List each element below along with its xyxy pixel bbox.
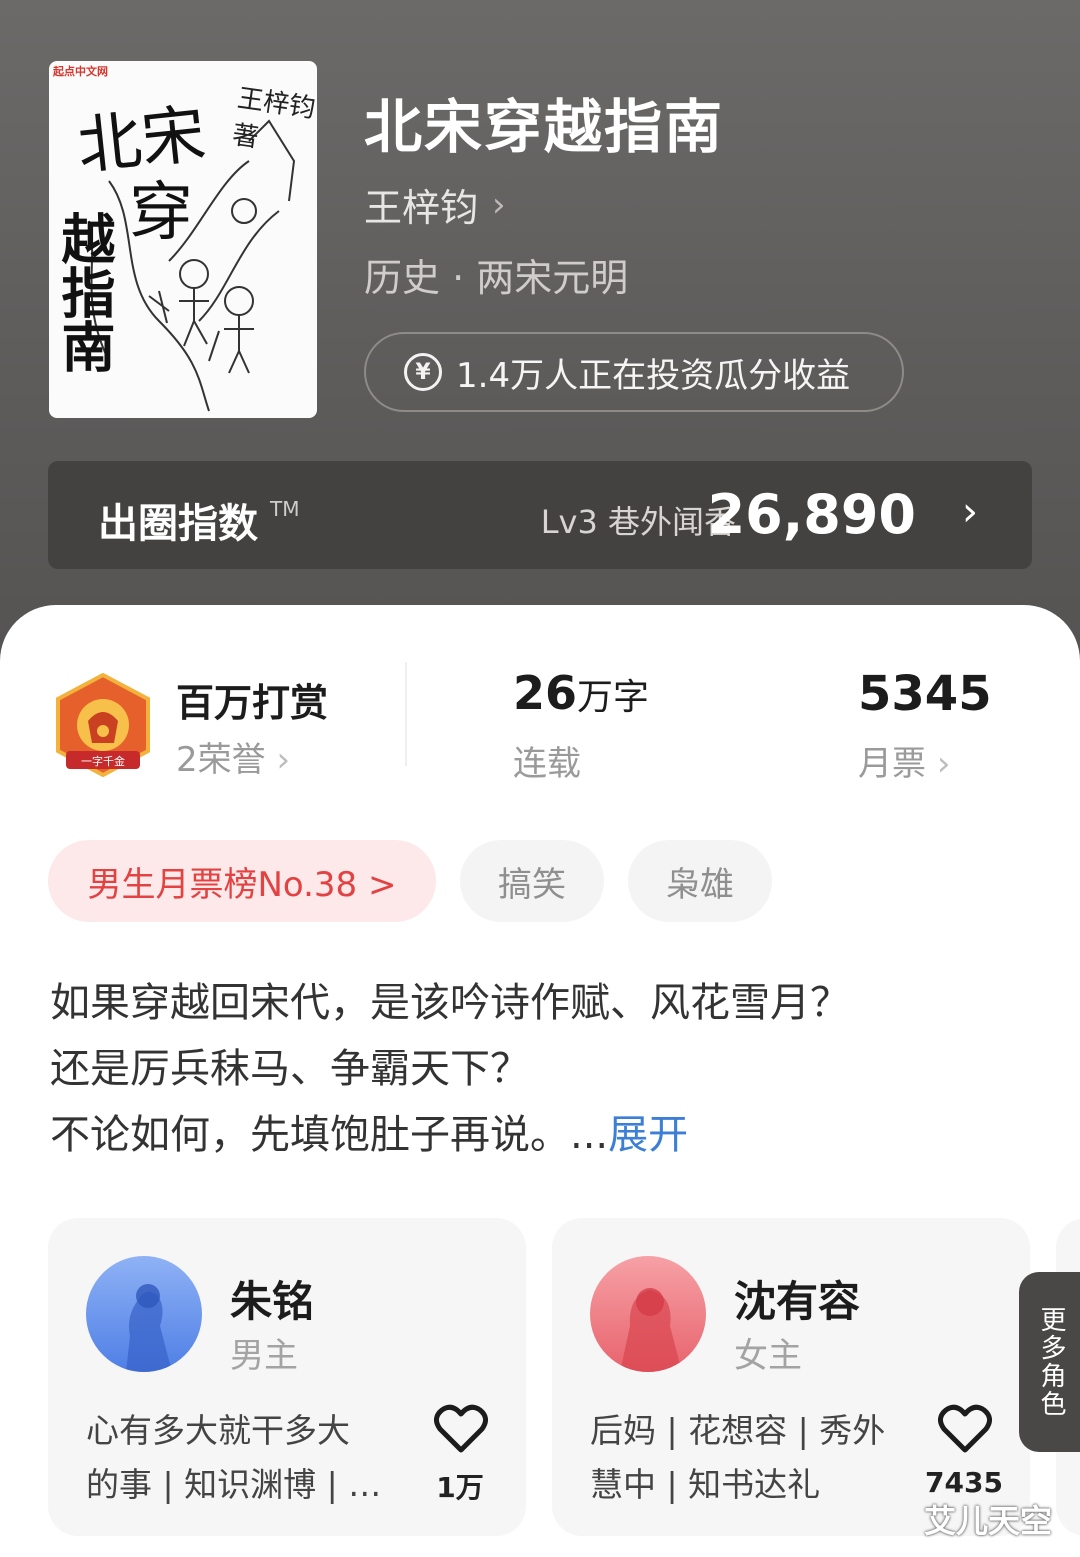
more-roles-label: 更多角色 [1036, 1306, 1066, 1418]
like-count: 7435 [925, 1466, 1003, 1499]
invest-label: 1.4万人正在投资瓜分收益 [456, 355, 851, 396]
book-cover[interactable]: 起点中文网 王梓钧著 北宋 穿 越指南 [49, 61, 317, 418]
monthly-votes-label: 月票 [858, 744, 926, 784]
synopsis: 如果穿越回宋代，是该吟诗作赋、风花雪月？ 还是厉兵秣马、争霸天下？ 不论如何，先… [50, 970, 1010, 1168]
popularity-index-bar[interactable]: 出圈指数 TM Lv3 巷外闻香 26,890 › [48, 461, 1032, 569]
character-role: 女主 [734, 1336, 802, 1376]
character-name: 沈有容 [734, 1277, 861, 1326]
invest-button[interactable]: ¥ 1.4万人正在投资瓜分收益 [364, 332, 904, 412]
trademark-mark: TM [270, 497, 300, 521]
avatar [86, 1256, 202, 1372]
cover-title-line3: 越指南 [52, 211, 116, 373]
cover-brand: 起点中文网 [53, 65, 108, 78]
monthly-votes-count: 5345 [858, 666, 992, 722]
synopsis-line3: 不论如何，先填饱肚子再说。... [50, 1112, 609, 1158]
expand-button[interactable]: 展开 [608, 1112, 688, 1158]
cover-title-line2: 穿 [129, 176, 193, 250]
author-link[interactable]: 王梓钧 › [364, 177, 506, 232]
avatar [590, 1256, 706, 1372]
chevron-right-icon: › [276, 740, 291, 780]
traits-line2: 慧中 | 知书达礼 [590, 1465, 821, 1504]
word-count: 26万字 [513, 666, 649, 720]
reward-badge-icon[interactable]: 一字千金 [52, 673, 154, 777]
chevron-right-icon: › [492, 184, 506, 225]
synopsis-line3-wrap: 不论如何，先填饱肚子再说。...展开 [50, 1102, 1010, 1168]
serial-status: 连载 [513, 744, 581, 784]
tag-hero[interactable]: 枭雄 [628, 840, 772, 922]
rank-tag[interactable]: 男生月票榜No.38 > [48, 840, 436, 922]
book-title: 北宋穿越指南 [364, 93, 725, 161]
tag-funny[interactable]: 搞笑 [460, 840, 604, 922]
watermark: 艾儿天空 [924, 1502, 1053, 1540]
character-card[interactable]: 沈有容 女主 后妈 | 花想容 | 秀外 慧中 | 知书达礼 7435 [552, 1218, 1030, 1536]
reward-title: 百万打赏 [176, 681, 329, 725]
traits-line1: 后妈 | 花想容 | 秀外 [590, 1411, 886, 1450]
index-label: 出圈指数 [98, 501, 258, 547]
more-roles-button[interactable]: 更多角色 [1019, 1272, 1080, 1452]
character-card[interactable]: 朱铭 男主 心有多大就干多大 的事 | 知识渊博 | … 1万 [48, 1218, 526, 1536]
character-traits: 后妈 | 花想容 | 秀外 慧中 | 知书达礼 [590, 1404, 920, 1512]
chevron-right-icon: › [936, 744, 951, 784]
badge-text: 一字千金 [81, 754, 125, 768]
heart-icon[interactable] [938, 1404, 992, 1454]
yen-coin-icon: ¥ [404, 353, 442, 391]
author-name: 王梓钧 [364, 186, 479, 230]
traits-line1: 心有多大就干多大 [86, 1411, 350, 1450]
stats-divider [405, 662, 407, 766]
character-name: 朱铭 [230, 1277, 315, 1326]
cover-author-sign: 王梓钧著 [230, 83, 317, 154]
chevron-right-icon: › [962, 489, 978, 535]
word-count-unit: 万字 [577, 677, 650, 718]
like-count: 1万 [436, 1471, 484, 1504]
reward-honor-link[interactable]: 2荣誉 › [176, 732, 290, 781]
character-role: 男主 [230, 1336, 298, 1376]
synopsis-line2: 还是厉兵秣马、争霸天下？ [50, 1046, 530, 1092]
heart-icon[interactable] [434, 1404, 488, 1454]
character-traits: 心有多大就干多大 的事 | 知识渊博 | … [86, 1404, 416, 1512]
book-genre: 历史 · 两宋元明 [364, 256, 629, 300]
traits-line2: 的事 | 知识渊博 | … [86, 1465, 382, 1504]
synopsis-line1: 如果穿越回宋代，是该吟诗作赋、风花雪月？ [50, 980, 850, 1026]
index-value: 26,890 [707, 483, 916, 546]
monthly-votes-link[interactable]: 月票 › [858, 736, 950, 785]
reward-honor-label: 2荣誉 [176, 740, 266, 780]
word-count-number: 26 [513, 666, 578, 720]
